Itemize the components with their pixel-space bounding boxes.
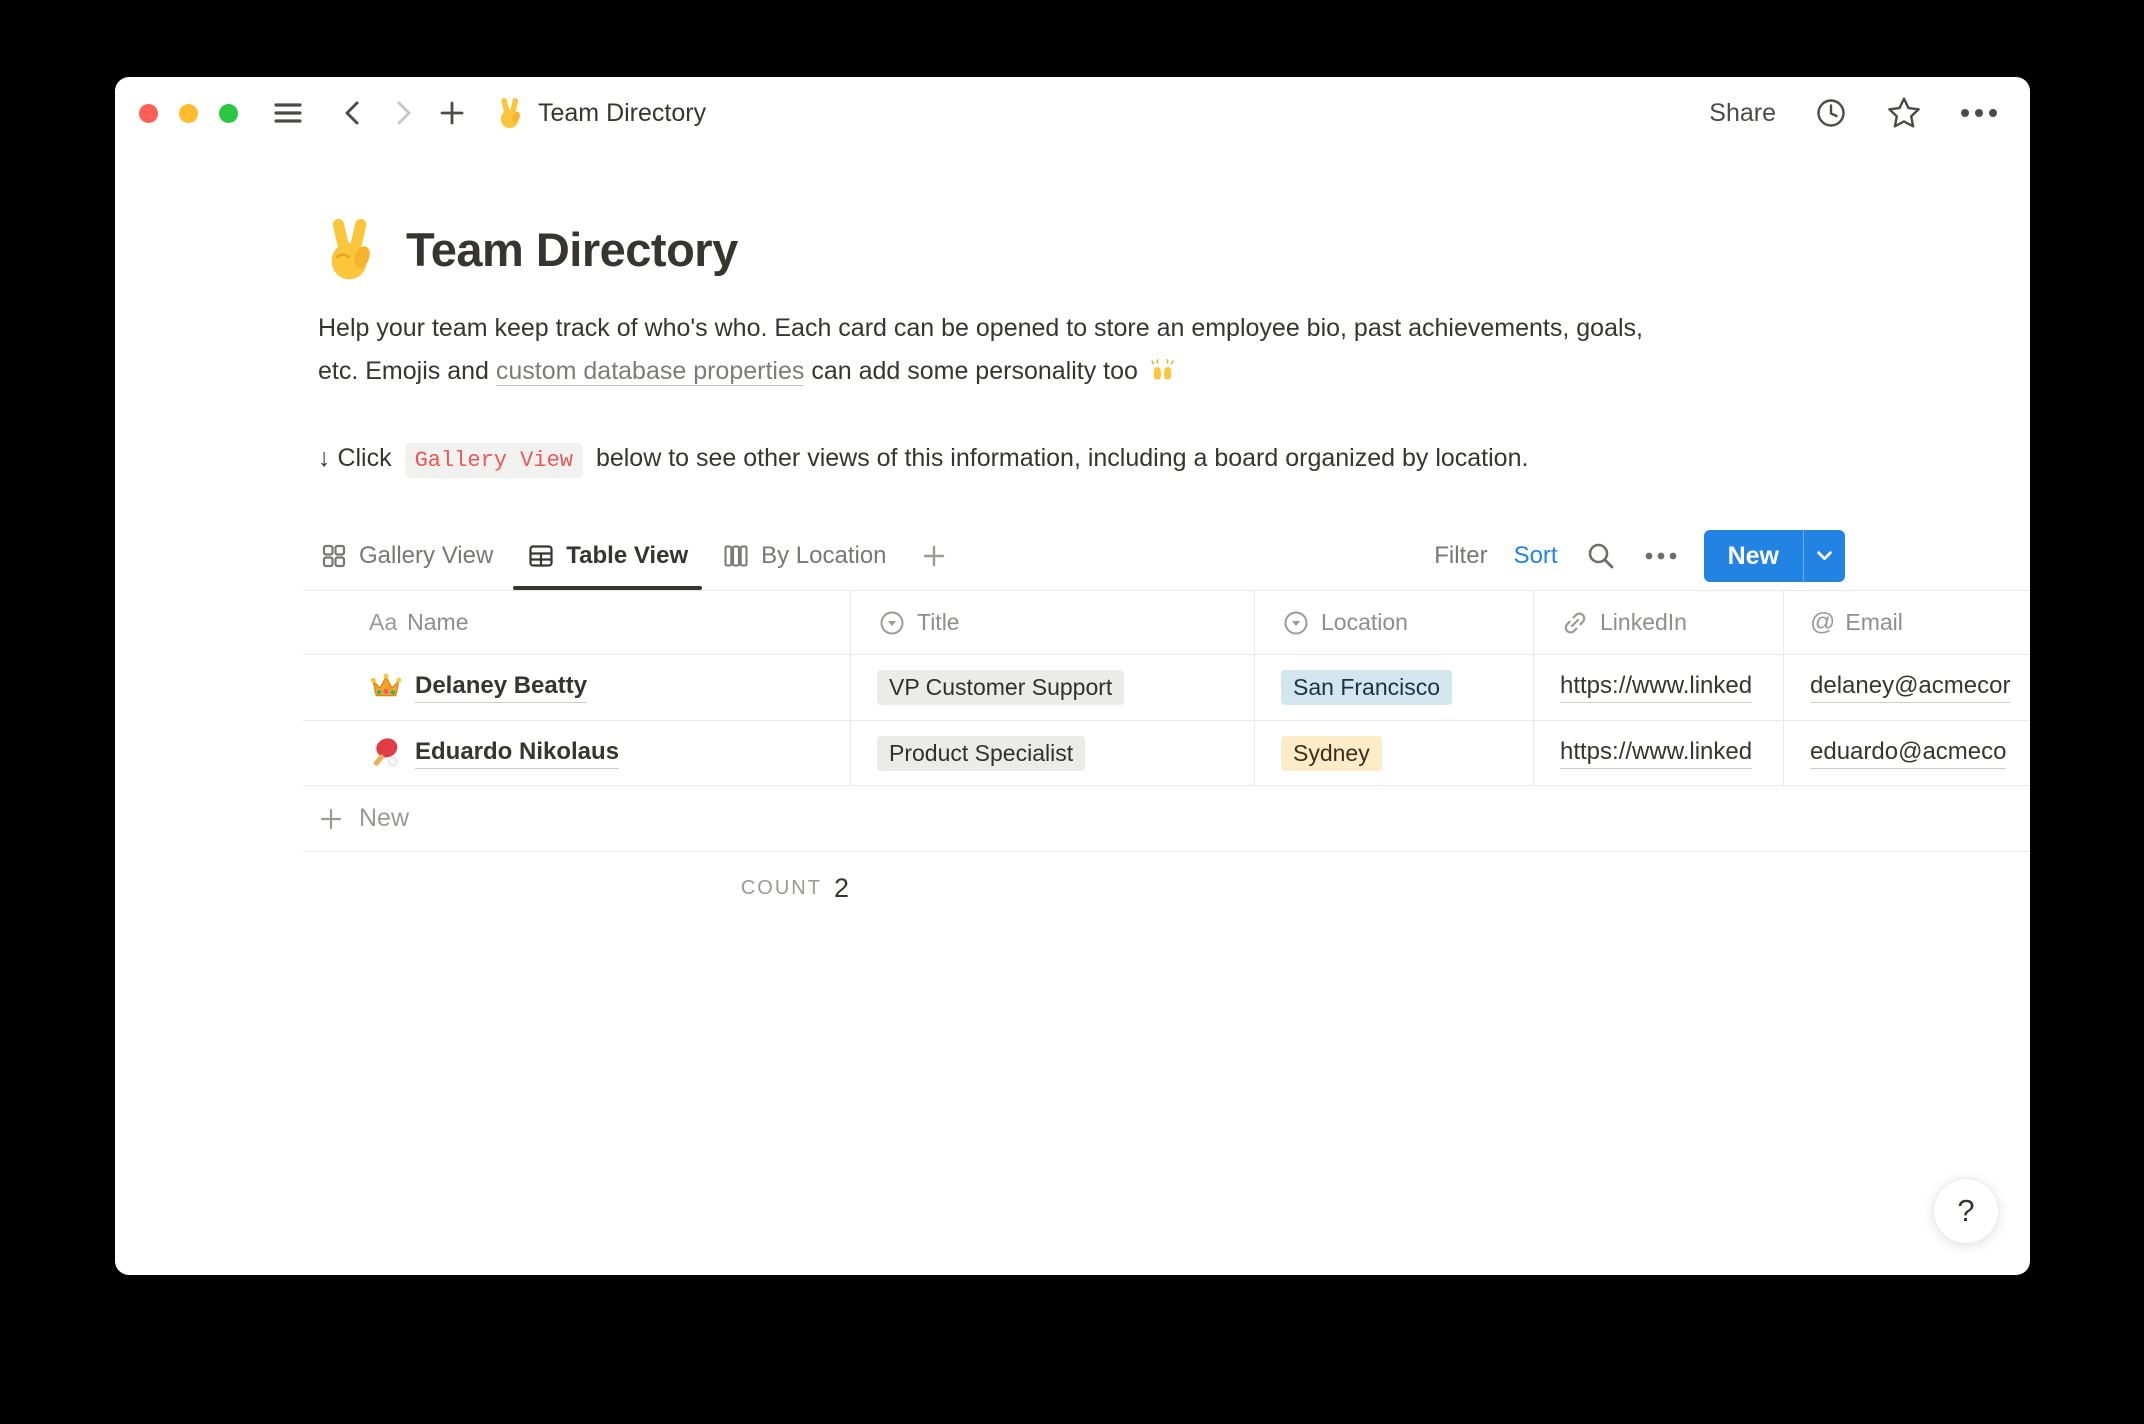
more-icon[interactable] [1960, 107, 1998, 119]
column-header-name[interactable]: Aa Name [303, 591, 851, 654]
select-property-icon [1281, 608, 1311, 638]
location-cell[interactable]: San Francisco [1255, 655, 1534, 720]
column-label: LinkedIn [1600, 609, 1687, 636]
description-link[interactable]: custom database properties [496, 357, 805, 386]
star-icon[interactable] [1886, 95, 1922, 131]
share-button[interactable]: Share [1709, 99, 1776, 128]
linkedin-link[interactable]: https://www.linked [1560, 672, 1752, 703]
window-title: Team Directory [538, 99, 706, 128]
count-label: COUNT [741, 877, 822, 900]
tip-code: Gallery View [405, 443, 583, 478]
new-record-dropdown[interactable] [1803, 530, 1845, 582]
close-window-button[interactable] [139, 104, 158, 123]
linkedin-link[interactable]: https://www.linked [1560, 738, 1752, 769]
tab-label: Gallery View [359, 542, 493, 570]
email-cell[interactable]: delaney@acmecor [1784, 655, 2030, 720]
add-row-button[interactable]: New [303, 786, 2030, 852]
name-cell[interactable]: Delaney Beatty [303, 655, 851, 720]
title-tag: Product Specialist [877, 736, 1085, 771]
linkedin-cell[interactable]: https://www.linked [1534, 655, 1784, 720]
title-cell[interactable]: VP Customer Support [851, 655, 1255, 720]
down-arrow: ↓ [318, 444, 331, 472]
victory-hand-emoji [494, 97, 526, 129]
titlebar: Team Directory Share [115, 77, 2030, 149]
column-header-linkedin[interactable]: LinkedIn [1534, 591, 1784, 654]
email-link[interactable]: eduardo@acmeco [1810, 738, 2006, 769]
location-tag: Sydney [1281, 736, 1382, 771]
app-window: Team Directory Share Team Direc [115, 77, 2030, 1275]
count-row[interactable]: COUNT 2 [303, 852, 851, 924]
tip-text: Click [331, 444, 399, 472]
tab-label: Table View [566, 542, 688, 570]
table-row: Eduardo Nikolaus Product Specialist Sydn… [303, 721, 2030, 786]
plus-icon [318, 806, 344, 832]
column-label: Name [407, 609, 468, 636]
tab-label: By Location [761, 542, 886, 570]
raising-hands-emoji [1149, 357, 1176, 384]
help-button[interactable]: ? [1933, 1178, 1999, 1244]
location-tag: San Francisco [1281, 670, 1452, 705]
tab-by-location[interactable]: By Location [722, 522, 886, 590]
email-link[interactable]: delaney@acmecor [1810, 672, 2010, 703]
at-property-icon: @ [1810, 608, 1835, 637]
views-bar: Gallery View Table View By Location Filt… [303, 522, 2030, 590]
column-header-title[interactable]: Title [851, 591, 1255, 654]
column-label: Title [917, 609, 960, 636]
view-options-icon[interactable] [1644, 551, 1678, 561]
minimize-window-button[interactable] [179, 104, 198, 123]
view-tabs: Gallery View Table View By Location [303, 522, 947, 590]
email-cell[interactable]: eduardo@acmeco [1784, 721, 2030, 785]
name-cell[interactable]: Eduardo Nikolaus [303, 721, 851, 785]
description-text-after: can add some personality too [804, 357, 1144, 385]
filter-button[interactable]: Filter [1434, 542, 1487, 570]
page-description: Help your team keep track of who's who. … [318, 307, 1658, 393]
column-label: Email [1845, 609, 1903, 636]
tip-line: ↓ Click Gallery View below to see other … [318, 435, 1528, 484]
database-table: Aa Name Title Location LinkedIn [303, 590, 2030, 924]
location-cell[interactable]: Sydney [1255, 721, 1534, 785]
table-header-row: Aa Name Title Location LinkedIn [303, 590, 2030, 655]
link-property-icon [1560, 608, 1590, 638]
new-record-button-label[interactable]: New [1704, 530, 1803, 582]
back-icon[interactable] [340, 99, 366, 127]
forward-icon[interactable] [390, 99, 416, 127]
tip-text-after: below to see other views of this informa… [589, 444, 1528, 472]
column-header-email[interactable]: @ Email [1784, 591, 2030, 654]
board-view-icon [722, 542, 750, 570]
page-header: Team Directory [318, 217, 738, 281]
search-icon[interactable] [1584, 539, 1618, 573]
chevron-down-icon [1817, 551, 1832, 561]
title-cell[interactable]: Product Specialist [851, 721, 1255, 785]
traffic-lights [139, 104, 238, 123]
record-name-link[interactable]: Eduardo Nikolaus [415, 738, 619, 769]
crown-emoji [369, 671, 403, 705]
ping-pong-emoji [369, 736, 403, 770]
hamburger-icon[interactable] [272, 97, 304, 129]
title-tag: VP Customer Support [877, 670, 1124, 705]
table-view-icon [527, 542, 555, 570]
table-row: Delaney Beatty VP Customer Support San F… [303, 655, 2030, 721]
view-toolbar: Filter Sort New [1434, 530, 2030, 582]
column-label: Location [1321, 609, 1408, 636]
gallery-view-icon [320, 542, 348, 570]
new-record-button[interactable]: New [1704, 530, 1845, 582]
new-tab-icon[interactable] [438, 99, 466, 127]
victory-hand-emoji[interactable] [318, 217, 382, 281]
zoom-window-button[interactable] [219, 104, 238, 123]
help-icon: ? [1957, 1193, 1974, 1229]
add-row-label: New [359, 804, 409, 833]
tab-gallery-view[interactable]: Gallery View [320, 522, 493, 590]
count-value: 2 [834, 873, 849, 904]
text-property-icon: Aa [369, 609, 397, 636]
linkedin-cell[interactable]: https://www.linked [1534, 721, 1784, 785]
select-property-icon [877, 608, 907, 638]
record-name-link[interactable]: Delaney Beatty [415, 672, 587, 703]
add-view-icon[interactable] [921, 543, 947, 569]
tab-table-view[interactable]: Table View [527, 522, 688, 590]
sort-button[interactable]: Sort [1514, 542, 1558, 570]
page-title: Team Directory [406, 222, 738, 277]
column-header-location[interactable]: Location [1255, 591, 1534, 654]
clock-icon[interactable] [1814, 96, 1848, 130]
